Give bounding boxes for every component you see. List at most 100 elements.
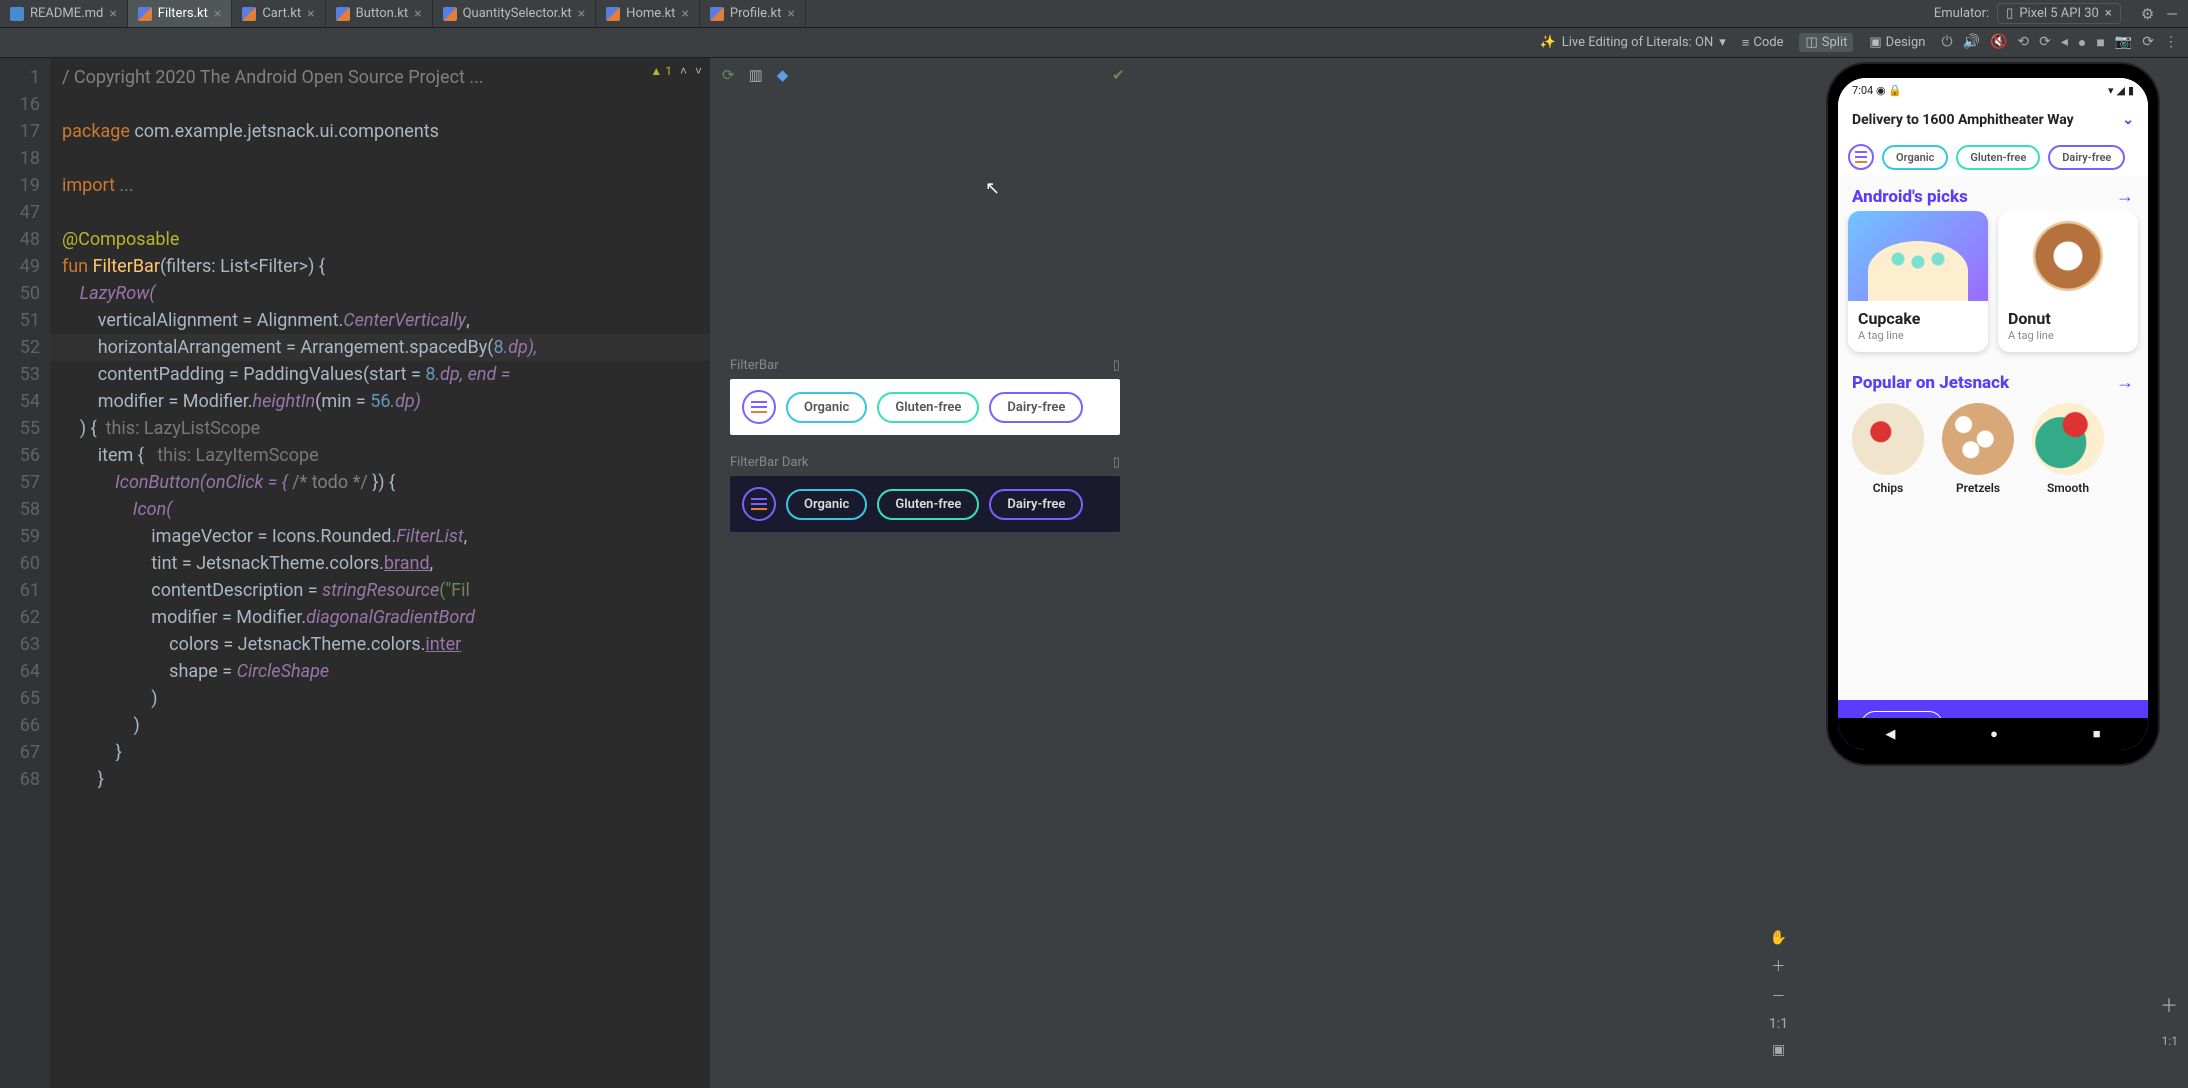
tab-cart[interactable]: Cart.kt×: [232, 0, 325, 27]
close-icon[interactable]: ×: [414, 6, 421, 22]
zoom-in-icon[interactable]: ＋: [2160, 992, 2178, 1018]
mode-design[interactable]: ▣ Design: [1863, 33, 1931, 52]
code-editor[interactable]: ▲ 1 ˄ ˅ 11617181947484950515253545556575…: [0, 58, 710, 1088]
tab-button[interactable]: Button.kt×: [326, 0, 433, 27]
code-area[interactable]: / Copyright 2020 The Android Open Source…: [50, 58, 710, 1088]
chip-organic[interactable]: Organic: [786, 489, 867, 520]
close-icon[interactable]: ×: [681, 6, 688, 22]
file-icon: [138, 7, 152, 21]
close-icon[interactable]: ×: [787, 6, 794, 22]
rotate-left-icon[interactable]: ⟲: [2017, 34, 2029, 51]
chevron-up-icon[interactable]: ˄: [680, 64, 687, 78]
preview-label-dark: FilterBar Dark: [730, 455, 808, 470]
chip-gluten-free[interactable]: Gluten-free: [877, 392, 979, 423]
rotate-right-icon[interactable]: ⟳: [2039, 34, 2051, 51]
gear-icon[interactable]: ⚙: [2141, 5, 2154, 23]
chip-gluten-free[interactable]: Gluten-free: [877, 489, 979, 520]
overview-icon[interactable]: ■: [2096, 34, 2104, 51]
overview-icon[interactable]: ■: [2093, 726, 2101, 742]
delivery-address[interactable]: Delivery to 1600 Amphitheater Way⌄: [1838, 102, 2148, 138]
back-icon[interactable]: ◀: [1885, 727, 1895, 742]
volume-up-icon[interactable]: 🔊: [1963, 34, 1980, 51]
inspection-widget[interactable]: ▲ 1 ˄ ˅: [650, 64, 702, 78]
warning-badge[interactable]: ▲ 1: [650, 64, 672, 78]
snack-pretzels[interactable]: Pretzels: [1942, 403, 2014, 495]
reload-icon[interactable]: ⟳: [2142, 34, 2154, 51]
preview-label-light: FilterBar: [730, 358, 779, 373]
file-icon: [606, 7, 620, 21]
volume-down-icon[interactable]: 🔇: [1990, 34, 2007, 51]
file-icon: [242, 7, 256, 21]
chip-dairy-free[interactable]: Dairy-free: [989, 489, 1083, 520]
mode-split[interactable]: ◫ Split: [1799, 33, 1853, 52]
close-icon[interactable]: ×: [578, 6, 585, 22]
editor-toolbar: ✨ Live Editing of Literals: ON ▾ ≡ Code …: [0, 28, 2188, 58]
mouse-cursor: ↖: [985, 178, 1000, 199]
system-nav: ◀ ● ■: [1838, 718, 2148, 750]
more-icon[interactable]: ⋮: [2164, 34, 2178, 51]
refresh-icon[interactable]: ⟳: [722, 66, 735, 84]
tab-filters[interactable]: Filters.kt×: [128, 0, 233, 27]
tab-quantity[interactable]: QuantitySelector.kt×: [433, 0, 597, 27]
chip-organic[interactable]: Organic: [1882, 145, 1948, 170]
device-frame-icon[interactable]: ▯: [1113, 358, 1120, 373]
zoom-in-icon[interactable]: ＋: [1771, 956, 1785, 976]
signal-icon: ◢: [2116, 84, 2124, 97]
section-title: Android's picks: [1852, 187, 1968, 207]
snack-image: [1848, 211, 1988, 301]
device-screen[interactable]: 7:04 ◉ 🔒 ▾◢▮ Delivery to 1600 Amphitheat…: [1838, 78, 2148, 750]
attach-icon[interactable]: ▥: [749, 66, 763, 84]
snack-card-cupcake[interactable]: CupcakeA tag line: [1848, 211, 1988, 352]
close-icon[interactable]: ×: [307, 6, 314, 22]
file-icon: [10, 7, 24, 21]
chip-dairy-free[interactable]: Dairy-free: [2048, 145, 2125, 170]
back-icon[interactable]: ◂: [2061, 34, 2068, 51]
snack-smoothie[interactable]: Smooth: [2032, 403, 2104, 495]
snack-chips[interactable]: Chips: [1852, 403, 1924, 495]
live-edit-toggle[interactable]: ✨ Live Editing of Literals: ON ▾: [1540, 35, 1726, 50]
close-icon[interactable]: ×: [214, 6, 221, 22]
phone-icon: ▯: [2006, 6, 2013, 21]
filter-list-icon: [742, 487, 776, 521]
tab-home[interactable]: Home.kt×: [596, 0, 700, 27]
battery-icon: ▮: [2128, 84, 2134, 97]
emulator-controls: ⏻ 🔊 🔇 ⟲ ⟳ ◂ ● ■ 📷 ⟳ ⋮: [1941, 34, 2178, 51]
snack-image: [1998, 211, 2138, 301]
pan-icon[interactable]: ✋: [1770, 930, 1787, 946]
chevron-down-icon[interactable]: ˅: [695, 64, 702, 78]
device-dropdown[interactable]: ▯ Pixel 5 API 30 ×: [1997, 3, 2121, 24]
device-frame: 7:04 ◉ 🔒 ▾◢▮ Delivery to 1600 Amphitheat…: [1828, 64, 2158, 764]
compose-preview-panel: ⟳ ▥ ◆ ✔ ↖ FilterBar ▯ Organic Gluten-free…: [710, 58, 1798, 1088]
arrow-right-icon[interactable]: →: [2116, 372, 2134, 393]
preview-filterbar-dark: Organic Gluten-free Dairy-free: [730, 476, 1120, 532]
chevron-down-icon: ⌄: [2122, 112, 2134, 128]
chip-dairy-free[interactable]: Dairy-free: [989, 392, 1083, 423]
power-icon[interactable]: ⏻: [1941, 34, 1952, 51]
editor-tab-bar: README.md× Filters.kt× Cart.kt× Button.k…: [0, 0, 2188, 28]
tab-readme[interactable]: README.md×: [0, 0, 128, 27]
home-icon[interactable]: ●: [1990, 726, 1998, 742]
emulator-label: Emulator:: [1934, 6, 1989, 21]
minimize-icon[interactable]: —: [2166, 5, 2178, 23]
zoom-ratio[interactable]: 1:1: [1769, 1016, 1788, 1032]
chip-organic[interactable]: Organic: [786, 392, 867, 423]
mode-code[interactable]: ≡ Code: [1736, 33, 1790, 53]
arrow-right-icon[interactable]: →: [2116, 186, 2134, 207]
screenshot-icon[interactable]: 📷: [2115, 34, 2132, 51]
snack-card-donut[interactable]: DonutA tag line: [1998, 211, 2138, 352]
zoom-out-icon[interactable]: －: [1771, 986, 1785, 1006]
fit-icon[interactable]: ▣: [1772, 1042, 1785, 1058]
close-icon[interactable]: ×: [2105, 6, 2112, 21]
layers-icon[interactable]: ◆: [777, 66, 789, 84]
zoom-ratio[interactable]: 1:1: [2162, 1034, 2178, 1048]
tab-profile[interactable]: Profile.kt×: [700, 0, 806, 27]
close-icon[interactable]: ×: [109, 6, 116, 22]
wifi-icon: ▾: [2108, 84, 2114, 97]
file-icon: [443, 7, 457, 21]
check-icon: ✔: [1112, 66, 1125, 84]
status-bar: 7:04 ◉ 🔒 ▾◢▮: [1838, 78, 2148, 102]
chip-gluten-free[interactable]: Gluten-free: [1956, 145, 2040, 170]
device-frame-icon[interactable]: ▯: [1113, 455, 1120, 470]
home-nav-icon[interactable]: ●: [2078, 34, 2086, 51]
filter-list-icon[interactable]: [1848, 144, 1874, 170]
